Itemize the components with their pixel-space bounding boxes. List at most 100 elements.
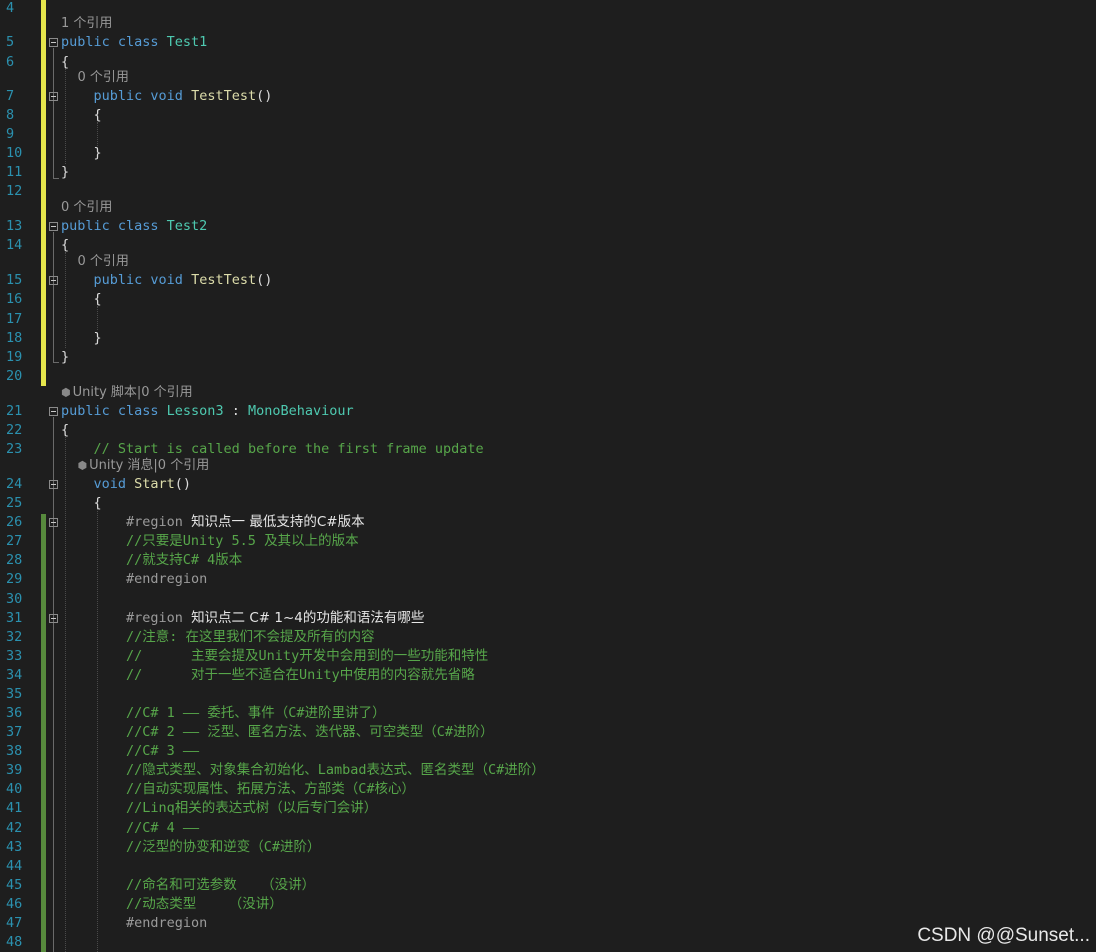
code-line[interactable]: #endregion (61, 570, 207, 588)
fold-bracket (53, 178, 59, 179)
code-token-method: Start (134, 476, 175, 492)
line-number: 17 (6, 311, 23, 327)
code-line[interactable]: // 主要会提及Unity开发中会用到的一些功能和特性 (61, 647, 488, 665)
code-line[interactable]: { (61, 106, 102, 124)
collapse-icon[interactable] (49, 518, 58, 527)
line-number: 28 (6, 552, 23, 568)
code-token-comment: //动态类型 （没讲） (126, 896, 283, 912)
code-line[interactable]: //注意: 在这里我们不会提及所有的内容 (61, 628, 375, 646)
code-line[interactable]: public class Test2 (61, 217, 207, 235)
code-line[interactable]: } (61, 329, 102, 347)
codelens-references[interactable]: 1 个引用 (61, 16, 112, 32)
line-number: 6 (6, 54, 15, 70)
code-token-plain: { (61, 237, 70, 253)
code-line[interactable]: { (61, 53, 69, 71)
unity-icon: ⬢ (61, 386, 71, 399)
code-line[interactable]: #endregion (61, 914, 207, 932)
code-line[interactable]: //动态类型 （没讲） (61, 895, 283, 913)
collapse-icon[interactable] (49, 38, 58, 47)
collapse-icon[interactable] (49, 276, 58, 285)
code-token-comment: //隐式类型、对象集合初始化、Lambad表达式、匿名类型（C#进阶） (126, 762, 545, 778)
code-line[interactable]: //C# 4 —— (61, 819, 199, 837)
line-number: 10 (6, 145, 23, 161)
codelens-references[interactable]: 0 个引用 (61, 70, 129, 86)
codelens-references[interactable]: 0 个引用 (61, 254, 129, 270)
code-line[interactable]: { (61, 290, 102, 308)
collapse-icon[interactable] (49, 480, 58, 489)
code-line[interactable]: { (61, 236, 69, 254)
line-number: 35 (6, 686, 23, 702)
codelens-references[interactable]: 0 个引用 (61, 200, 112, 216)
code-line[interactable]: // 对于一些不适合在Unity中使用的内容就先省略 (61, 666, 475, 684)
code-line[interactable]: public class Lesson3 : MonoBehaviour (61, 402, 354, 420)
unsaved-change-bar (41, 0, 46, 386)
code-line[interactable]: } (61, 144, 102, 162)
code-token-kw: public class (61, 218, 167, 234)
code-token-kw: public void (93, 272, 192, 288)
collapse-icon[interactable] (49, 614, 58, 623)
code-line[interactable]: { (61, 494, 102, 512)
code-token-comment: //自动实现属性、拓展方法、方部类（C#核心） (126, 781, 416, 797)
line-number: 48 (6, 934, 23, 950)
line-number: 47 (6, 915, 23, 931)
code-line[interactable]: #region 知识点二 C# 1~4的功能和语法有哪些 (61, 609, 424, 627)
line-number: 21 (6, 403, 23, 419)
code-line[interactable]: //Linq相关的表达式树（以后专门会讲） (61, 799, 377, 817)
code-line[interactable]: #region 知识点一 最低支持的C#版本 (61, 513, 365, 531)
code-line[interactable]: } (61, 163, 69, 181)
collapse-icon[interactable] (49, 92, 58, 101)
line-number: 4 (6, 0, 15, 16)
line-number: 8 (6, 107, 15, 123)
code-token-plain: { (61, 107, 102, 123)
code-token-plain: } (61, 349, 70, 365)
code-line[interactable]: { (61, 421, 69, 439)
indent-guide (97, 306, 98, 330)
code-line[interactable]: public void TestTest() (61, 271, 273, 289)
code-line[interactable]: //C# 3 —— (61, 742, 199, 760)
code-line[interactable]: void Start() (61, 475, 192, 493)
unity-icon: ⬢ (77, 459, 88, 472)
collapse-icon[interactable] (49, 407, 58, 416)
watermark: CSDN @@Sunset... (917, 925, 1090, 946)
code-line[interactable]: //就支持C# 4版本 (61, 551, 242, 569)
code-token-region: #region (126, 514, 192, 530)
code-line[interactable]: //自动实现属性、拓展方法、方部类（C#核心） (61, 780, 415, 798)
code-line[interactable]: //只要是Unity 5.5 及其以上的版本 (61, 532, 359, 550)
code-token-plain: { (61, 422, 70, 438)
fold-bracket (53, 362, 59, 363)
code-editor[interactable]: 1 个引用 public class Test1 { 0 个引用 public vo… (0, 0, 1096, 952)
code-line[interactable]: //隐式类型、对象集合初始化、Lambad表达式、匿名类型（C#进阶） (61, 761, 545, 779)
code-line[interactable]: } (61, 348, 69, 366)
code-line[interactable]: public void TestTest() (61, 87, 273, 105)
code-line[interactable]: public class Test1 (61, 33, 207, 51)
line-number: 20 (6, 368, 23, 384)
codelens-references[interactable]: ⬢ Unity 脚本|0 个引用 (61, 385, 193, 401)
code-line[interactable]: //C# 2 —— 泛型、匿名方法、迭代器、可空类型（C#进阶） (61, 723, 494, 741)
line-number: 41 (6, 800, 23, 816)
code-line[interactable]: //泛型的协变和逆变（C#进阶） (61, 838, 321, 856)
code-token-plain: { (61, 495, 102, 511)
code-token-type: Test2 (166, 218, 208, 234)
code-line[interactable]: //命名和可选参数 （没讲） (61, 876, 315, 894)
code-token-comment: //Linq相关的表达式树（以后专门会讲） (126, 800, 378, 816)
code-token-plain: } (61, 330, 102, 346)
line-number: 38 (6, 743, 23, 759)
code-line[interactable]: // Start is called before the first fram… (61, 440, 484, 458)
collapse-icon[interactable] (49, 222, 58, 231)
codelens-references[interactable]: ⬢ Unity 消息|0 个引用 (61, 458, 210, 474)
line-number: 37 (6, 724, 23, 740)
code-line[interactable]: //C# 1 —— 委托、事件（C#进阶里讲了） (61, 704, 386, 722)
codelens-text: Unity 消息|0 个引用 (89, 458, 210, 473)
code-token-plain: { (61, 54, 70, 70)
